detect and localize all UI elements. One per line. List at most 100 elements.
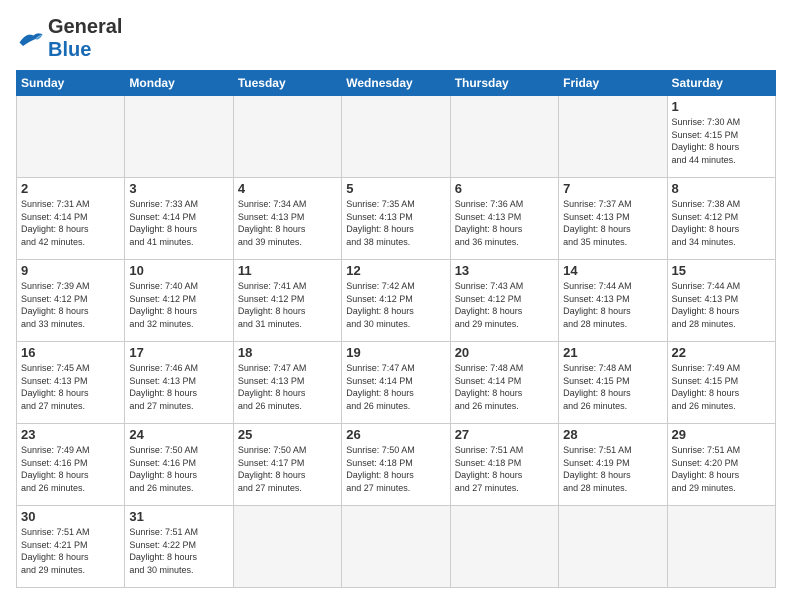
calendar-cell: 2 Sunrise: 7:31 AM Sunset: 4:14 PM Daylig… — [17, 178, 125, 260]
logo: GeneralBlue — [16, 16, 122, 62]
calendar-cell — [233, 506, 341, 588]
day-info: Sunrise: 7:33 AM Sunset: 4:14 PM Dayligh… — [129, 198, 228, 248]
day-number: 2 — [21, 181, 120, 196]
calendar-cell: 4Sunrise: 7:34 AM Sunset: 4:13 PM Daylig… — [233, 178, 341, 260]
calendar-cell — [342, 506, 450, 588]
day-info: Sunrise: 7:45 AM Sunset: 4:13 PM Dayligh… — [21, 362, 120, 412]
calendar-cell: 12 Sunrise: 7:42 AM Sunset: 4:12 PM Dayli… — [342, 260, 450, 342]
weekday-header: Friday — [559, 71, 667, 96]
weekday-header: Monday — [125, 71, 233, 96]
day-info: Sunrise: 7:36 AM Sunset: 4:13 PM Dayligh… — [455, 198, 554, 248]
day-info: Sunrise: 7:43 AM Sunset: 4:12 PM Dayligh… — [455, 280, 554, 330]
day-info: Sunrise: 7:51 AM Sunset: 4:20 PM Dayligh… — [672, 444, 771, 494]
day-info: Sunrise: 7:35 AM Sunset: 4:13 PM Dayligh… — [346, 198, 445, 248]
calendar-cell — [667, 506, 775, 588]
calendar-cell — [233, 96, 341, 178]
day-number: 29 — [672, 427, 771, 442]
day-number: 14 — [563, 263, 662, 278]
weekday-header: Tuesday — [233, 71, 341, 96]
calendar-cell — [559, 506, 667, 588]
calendar-cell: 19 Sunrise: 7:47 AM Sunset: 4:14 PM Dayli… — [342, 342, 450, 424]
day-number: 19 — [346, 345, 445, 360]
day-number: 8 — [672, 181, 771, 196]
day-number: 9 — [21, 263, 120, 278]
day-info: Sunrise: 7:47 AM Sunset: 4:13 PM Dayligh… — [238, 362, 337, 412]
day-number: 22 — [672, 345, 771, 360]
calendar-cell — [559, 96, 667, 178]
day-number: 12 — [346, 263, 445, 278]
day-info: Sunrise: 7:51 AM Sunset: 4:19 PM Dayligh… — [563, 444, 662, 494]
calendar-cell — [17, 96, 125, 178]
day-info: Sunrise: 7:51 AM Sunset: 4:18 PM Dayligh… — [455, 444, 554, 494]
weekday-header: Sunday — [17, 71, 125, 96]
day-info: Sunrise: 7:41 AM Sunset: 4:12 PM Dayligh… — [238, 280, 337, 330]
calendar-cell — [342, 96, 450, 178]
day-number: 30 — [21, 509, 120, 524]
day-info: Sunrise: 7:30 AM Sunset: 4:15 PM Dayligh… — [672, 116, 771, 166]
calendar-cell — [450, 96, 558, 178]
day-number: 28 — [563, 427, 662, 442]
day-number: 6 — [455, 181, 554, 196]
calendar-cell: 3 Sunrise: 7:33 AM Sunset: 4:14 PM Daylig… — [125, 178, 233, 260]
calendar-cell: 29 Sunrise: 7:51 AM Sunset: 4:20 PM Dayli… — [667, 424, 775, 506]
calendar-row: 30 Sunrise: 7:51 AM Sunset: 4:21 PM Dayli… — [17, 506, 776, 588]
calendar-cell: 26Sunrise: 7:50 AM Sunset: 4:18 PM Dayli… — [342, 424, 450, 506]
calendar-cell — [125, 96, 233, 178]
calendar-row: 23Sunrise: 7:49 AM Sunset: 4:16 PM Dayli… — [17, 424, 776, 506]
day-number: 1 — [672, 99, 771, 114]
header: GeneralBlue — [16, 16, 776, 62]
day-info: Sunrise: 7:31 AM Sunset: 4:14 PM Dayligh… — [21, 198, 120, 248]
calendar-cell: 10 Sunrise: 7:40 AM Sunset: 4:12 PM Dayli… — [125, 260, 233, 342]
day-info: Sunrise: 7:51 AM Sunset: 4:21 PM Dayligh… — [21, 526, 120, 576]
calendar-cell: 5 Sunrise: 7:35 AM Sunset: 4:13 PM Daylig… — [342, 178, 450, 260]
day-info: Sunrise: 7:49 AM Sunset: 4:16 PM Dayligh… — [21, 444, 120, 494]
day-info: Sunrise: 7:47 AM Sunset: 4:14 PM Dayligh… — [346, 362, 445, 412]
day-info: Sunrise: 7:51 AM Sunset: 4:22 PM Dayligh… — [129, 526, 228, 576]
calendar-cell — [450, 506, 558, 588]
calendar-cell: 28 Sunrise: 7:51 AM Sunset: 4:19 PM Dayli… — [559, 424, 667, 506]
calendar-cell: 27Sunrise: 7:51 AM Sunset: 4:18 PM Dayli… — [450, 424, 558, 506]
day-info: Sunrise: 7:40 AM Sunset: 4:12 PM Dayligh… — [129, 280, 228, 330]
day-info: Sunrise: 7:50 AM Sunset: 4:16 PM Dayligh… — [129, 444, 228, 494]
calendar-cell: 6 Sunrise: 7:36 AM Sunset: 4:13 PM Daylig… — [450, 178, 558, 260]
calendar-cell: 16 Sunrise: 7:45 AM Sunset: 4:13 PM Dayli… — [17, 342, 125, 424]
day-number: 4 — [238, 181, 337, 196]
day-number: 13 — [455, 263, 554, 278]
day-info: Sunrise: 7:44 AM Sunset: 4:13 PM Dayligh… — [672, 280, 771, 330]
calendar-cell: 17Sunrise: 7:46 AM Sunset: 4:13 PM Dayli… — [125, 342, 233, 424]
day-number: 10 — [129, 263, 228, 278]
day-info: Sunrise: 7:44 AM Sunset: 4:13 PM Dayligh… — [563, 280, 662, 330]
calendar-cell: 9 Sunrise: 7:39 AM Sunset: 4:12 PM Daylig… — [17, 260, 125, 342]
day-number: 11 — [238, 263, 337, 278]
calendar-cell: 14 Sunrise: 7:44 AM Sunset: 4:13 PM Dayli… — [559, 260, 667, 342]
calendar-cell: 15 Sunrise: 7:44 AM Sunset: 4:13 PM Dayli… — [667, 260, 775, 342]
calendar-row: 16 Sunrise: 7:45 AM Sunset: 4:13 PM Dayli… — [17, 342, 776, 424]
day-number: 16 — [21, 345, 120, 360]
logo-icon — [16, 28, 44, 50]
weekday-header: Thursday — [450, 71, 558, 96]
calendar-cell: 1 Sunrise: 7:30 AM Sunset: 4:15 PM Daylig… — [667, 96, 775, 178]
calendar-row: 2 Sunrise: 7:31 AM Sunset: 4:14 PM Daylig… — [17, 178, 776, 260]
day-info: Sunrise: 7:42 AM Sunset: 4:12 PM Dayligh… — [346, 280, 445, 330]
calendar-row: 1 Sunrise: 7:30 AM Sunset: 4:15 PM Daylig… — [17, 96, 776, 178]
day-info: Sunrise: 7:49 AM Sunset: 4:15 PM Dayligh… — [672, 362, 771, 412]
day-number: 15 — [672, 263, 771, 278]
day-number: 7 — [563, 181, 662, 196]
logo-text: GeneralBlue — [48, 16, 122, 61]
calendar: SundayMondayTuesdayWednesdayThursdayFrid… — [16, 70, 776, 588]
day-number: 17 — [129, 345, 228, 360]
calendar-cell: 20Sunrise: 7:48 AM Sunset: 4:14 PM Dayli… — [450, 342, 558, 424]
day-info: Sunrise: 7:48 AM Sunset: 4:15 PM Dayligh… — [563, 362, 662, 412]
day-number: 31 — [129, 509, 228, 524]
day-info: Sunrise: 7:39 AM Sunset: 4:12 PM Dayligh… — [21, 280, 120, 330]
weekday-header: Wednesday — [342, 71, 450, 96]
calendar-cell: 23Sunrise: 7:49 AM Sunset: 4:16 PM Dayli… — [17, 424, 125, 506]
calendar-cell: 8Sunrise: 7:38 AM Sunset: 4:12 PM Daylig… — [667, 178, 775, 260]
calendar-cell: 31 Sunrise: 7:51 AM Sunset: 4:22 PM Dayli… — [125, 506, 233, 588]
day-number: 5 — [346, 181, 445, 196]
calendar-row: 9 Sunrise: 7:39 AM Sunset: 4:12 PM Daylig… — [17, 260, 776, 342]
day-number: 3 — [129, 181, 228, 196]
calendar-cell: 30 Sunrise: 7:51 AM Sunset: 4:21 PM Dayli… — [17, 506, 125, 588]
calendar-cell: 11 Sunrise: 7:41 AM Sunset: 4:12 PM Dayli… — [233, 260, 341, 342]
day-number: 24 — [129, 427, 228, 442]
